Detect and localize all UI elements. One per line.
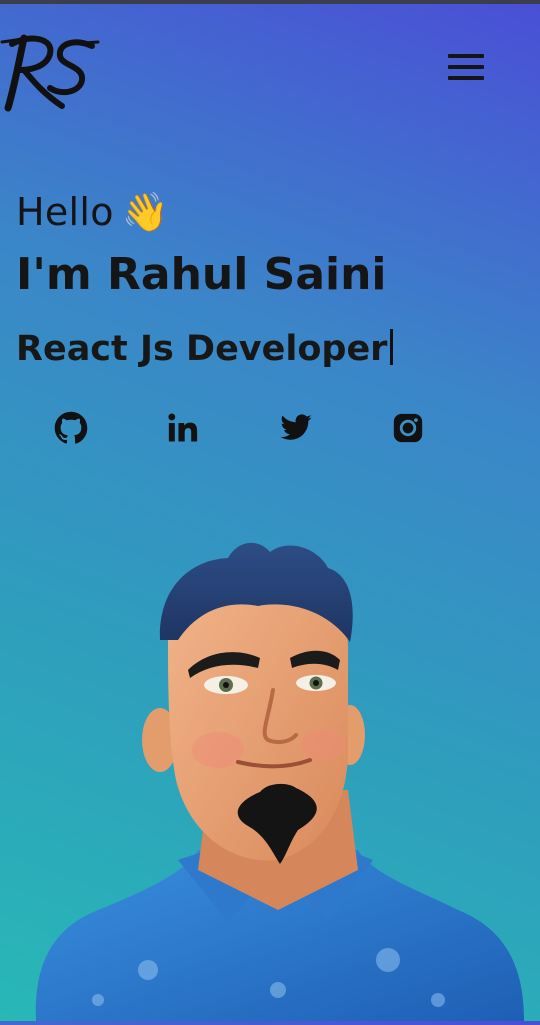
- typing-cursor: [390, 329, 394, 365]
- top-border: [0, 0, 540, 4]
- twitter-link[interactable]: [276, 408, 316, 448]
- role-typewriter: React Js Developer: [16, 326, 394, 372]
- menu-bar: [448, 65, 484, 69]
- hamburger-menu-icon[interactable]: [446, 51, 486, 85]
- github-icon: [54, 411, 88, 444]
- role-text: React Js Developer: [16, 329, 388, 369]
- menu-bar: [448, 54, 484, 58]
- greeting-heading: Hello 👋: [16, 188, 169, 236]
- linkedin-icon: [168, 413, 198, 442]
- name-heading: I'm Rahul Saini: [16, 249, 387, 300]
- github-link[interactable]: [51, 408, 91, 448]
- linkedin-link[interactable]: [163, 408, 203, 448]
- greeting-text: Hello: [16, 190, 114, 234]
- waving-hand-icon: 👋: [121, 190, 170, 234]
- instagram-link[interactable]: [388, 408, 428, 448]
- instagram-icon: [393, 413, 423, 443]
- menu-bar: [448, 76, 484, 80]
- site-logo[interactable]: [0, 30, 100, 112]
- profile-avatar-image: [28, 530, 528, 1021]
- social-links: [0, 408, 540, 452]
- twitter-icon: [280, 414, 312, 440]
